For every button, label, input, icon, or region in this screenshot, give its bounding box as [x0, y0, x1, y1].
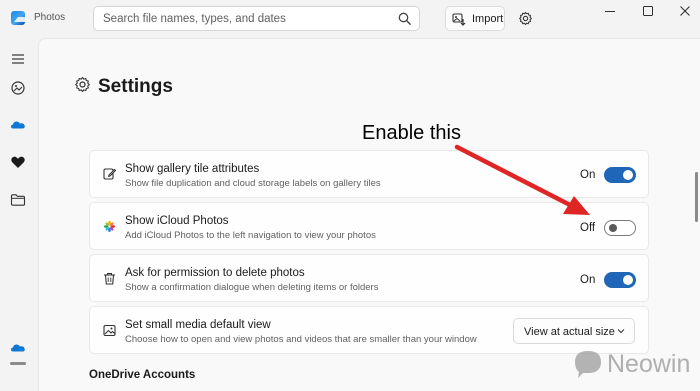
search-box[interactable]: Search file names, types, and dates [93, 6, 420, 31]
setting-gallery-tile-attributes: Show gallery tile attributes Show file d… [89, 150, 649, 198]
title-bar: Photos Search file names, types, and dat… [0, 0, 700, 38]
settings-gear-icon[interactable] [518, 11, 533, 26]
toggle-knob [623, 275, 633, 285]
setting-icloud-photos: Show iCloud Photos Add iCloud Photos to … [89, 202, 649, 250]
setting-subtitle: Choose how to open and view photos and v… [125, 334, 477, 345]
favorites-heart-icon[interactable] [9, 153, 27, 171]
setting-title: Ask for permission to delete photos [125, 267, 305, 279]
setting-title: Set small media default view [125, 319, 271, 331]
onedrive-accounts-heading: OneDrive Accounts [89, 369, 196, 381]
default-view-dropdown[interactable]: View at actual size [513, 318, 635, 344]
toggle-knob [609, 224, 617, 232]
onedrive-account-icon[interactable] [9, 339, 27, 357]
setting-title: Show iCloud Photos [125, 215, 229, 227]
toggle-state-label: On [580, 169, 596, 181]
neowin-watermark: Neowin [573, 347, 693, 381]
close-icon[interactable] [680, 6, 690, 16]
trash-icon [104, 273, 115, 285]
hamburger-menu-icon[interactable] [9, 50, 27, 68]
annotation-text: Enable this [362, 122, 461, 144]
page-title: Settings [98, 76, 173, 97]
setting-subtitle: Show file duplication and cloud storage … [125, 178, 381, 189]
dropdown-selected-value: View at actual size [524, 326, 615, 338]
left-navigation [0, 38, 38, 391]
edit-icon [103, 168, 116, 180]
gallery-tile-attributes-toggle[interactable] [604, 167, 636, 183]
import-label: Import [472, 13, 504, 25]
setting-delete-permission: Ask for permission to delete photos Show… [89, 254, 649, 302]
import-button[interactable]: Import [445, 6, 505, 31]
toggle-state-label: On [580, 274, 596, 286]
app-title: Photos [34, 12, 66, 23]
gallery-icon[interactable] [9, 79, 27, 97]
maximize-icon[interactable] [643, 6, 653, 16]
vertical-scrollbar[interactable] [695, 172, 698, 222]
minimize-icon[interactable] [605, 11, 615, 12]
watermark-text: Neowin [607, 350, 691, 378]
neowin-logo-icon [575, 351, 601, 378]
image-icon [103, 324, 116, 337]
toggle-knob [623, 170, 633, 180]
search-input[interactable]: Search file names, types, and dates [103, 13, 286, 25]
setting-subtitle: Add iCloud Photos to the left navigation… [125, 230, 376, 241]
import-icon [452, 13, 466, 26]
photos-app-icon [11, 11, 30, 25]
settings-icon [75, 76, 90, 93]
icloud-photos-icon [103, 220, 116, 233]
nav-bottom-indicator [10, 362, 26, 365]
setting-title: Show gallery tile attributes [125, 163, 260, 175]
folders-icon[interactable] [9, 191, 27, 209]
search-icon[interactable] [398, 12, 411, 25]
setting-subtitle: Show a confirmation dialogue when deleti… [125, 282, 379, 293]
delete-permission-toggle[interactable] [604, 272, 636, 288]
onedrive-nav-icon[interactable] [9, 116, 27, 134]
chevron-down-icon [617, 329, 625, 334]
toggle-state-label: Off [580, 222, 596, 234]
icloud-photos-toggle[interactable] [604, 220, 636, 236]
